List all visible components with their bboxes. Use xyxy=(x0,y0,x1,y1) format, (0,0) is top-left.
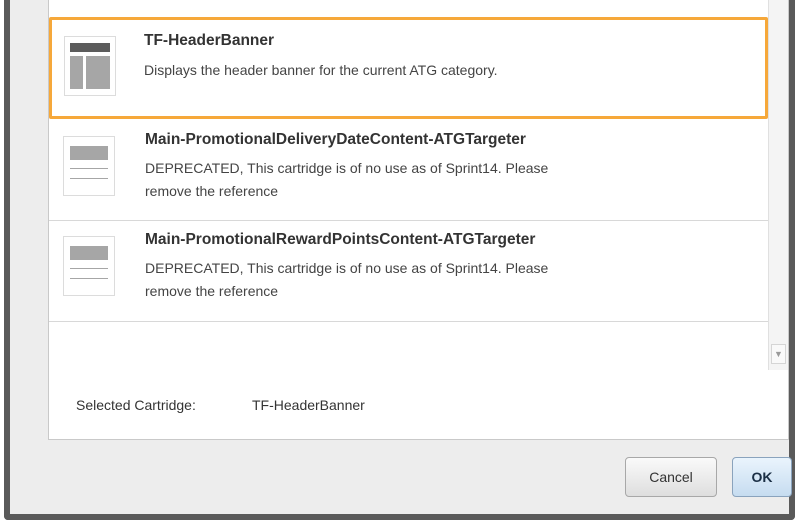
cartridge-item-promotional-delivery-date[interactable]: Main-PromotionalDeliveryDateContent-ATGT… xyxy=(49,119,768,221)
cartridge-title: Main-PromotionalRewardPointsContent-ATGT… xyxy=(145,231,536,248)
cartridge-panel: TF-HeaderBanner Displays the header bann… xyxy=(48,0,789,440)
select-cartridge-dialog: TF-HeaderBanner Displays the header bann… xyxy=(4,0,795,520)
scroll-down-arrow-icon[interactable]: ▼ xyxy=(771,344,786,364)
list-scrollbar[interactable]: ▼ xyxy=(768,0,788,370)
cartridge-item-tf-headerbanner[interactable]: TF-HeaderBanner Displays the header bann… xyxy=(49,17,768,119)
header-banner-layout-icon xyxy=(64,36,116,96)
cartridge-list: TF-HeaderBanner Displays the header bann… xyxy=(49,0,788,370)
cartridge-description-line: remove the reference xyxy=(145,283,279,299)
selected-cartridge-value: TF-HeaderBanner xyxy=(252,397,365,413)
cartridge-description: DEPRECATED, This cartridge is of no use … xyxy=(145,257,705,303)
cartridge-item-promotional-reward-points[interactable]: Main-PromotionalRewardPointsContent-ATGT… xyxy=(49,221,768,322)
screen: TF-HeaderBanner Displays the header bann… xyxy=(0,0,804,527)
cartridge-title: TF-HeaderBanner xyxy=(144,32,275,49)
content-block-layout-icon xyxy=(63,236,115,296)
ok-button[interactable]: OK xyxy=(732,457,792,497)
cartridge-description: Displays the header banner for the curre… xyxy=(144,62,498,78)
selected-cartridge-label: Selected Cartridge: xyxy=(76,397,196,413)
cartridge-description: DEPRECATED, This cartridge is of no use … xyxy=(145,157,705,203)
cartridge-description-line: remove the reference xyxy=(145,183,279,199)
cartridge-description-line: DEPRECATED, This cartridge is of no use … xyxy=(145,160,549,176)
cancel-button[interactable]: Cancel xyxy=(625,457,717,497)
cartridge-title: Main-PromotionalDeliveryDateContent-ATGT… xyxy=(145,131,526,148)
content-block-layout-icon xyxy=(63,136,115,196)
cartridge-description-line: DEPRECATED, This cartridge is of no use … xyxy=(145,260,549,276)
